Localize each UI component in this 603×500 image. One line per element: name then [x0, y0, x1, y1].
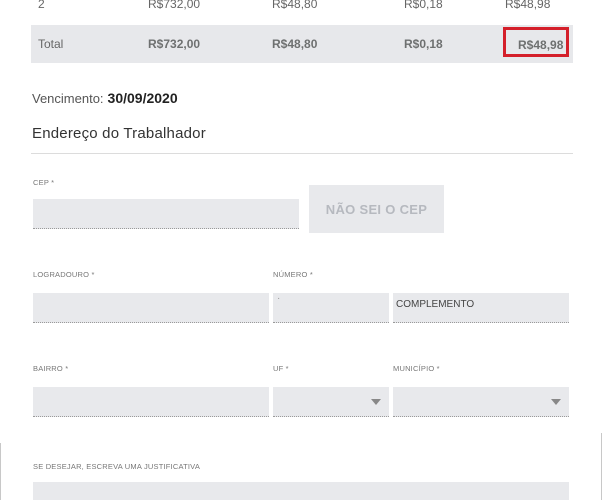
numero-label: NÚMERO *: [273, 270, 313, 279]
frame-border-right: [601, 433, 602, 500]
total-label: Total: [38, 37, 64, 51]
vencimento-date: 30/09/2020: [107, 90, 178, 106]
justificativa-textarea[interactable]: [33, 482, 569, 500]
uf-label: UF *: [273, 364, 289, 373]
total-value-3: R$0,18: [404, 37, 443, 51]
logradouro-input[interactable]: [33, 293, 269, 323]
row-value-3: R$0,18: [404, 0, 443, 11]
bairro-input[interactable]: [33, 387, 269, 417]
complemento-input[interactable]: COMPLEMENTO: [393, 293, 569, 323]
row-value-1: R$732,00: [148, 0, 201, 11]
total-value-4: R$48,98: [518, 38, 564, 52]
vencimento-label: Vencimento:: [32, 91, 104, 106]
vencimento: Vencimento: 30/09/2020: [32, 90, 178, 106]
logradouro-label: LOGRADOURO *: [33, 270, 95, 279]
total-value-1: R$732,00: [148, 37, 201, 51]
municipio-select[interactable]: [393, 387, 569, 417]
table-total-row: Total R$732,00 R$48,80 R$0,18 R$48,98: [31, 25, 573, 63]
cep-input[interactable]: [33, 199, 299, 229]
table-row: 2 R$732,00 R$48,80 R$0,18 R$48,98: [31, 0, 573, 18]
row-value-2: R$48,80: [272, 0, 318, 11]
numero-hint: ·: [277, 293, 281, 304]
row-index: 2: [38, 0, 45, 11]
justificativa-label: SE DESEJAR, ESCREVA UMA JUSTIFICATIVA: [33, 462, 201, 471]
bairro-label: BAIRRO *: [33, 364, 69, 373]
chevron-down-icon: [551, 399, 561, 405]
cep-label: CEP *: [33, 178, 55, 187]
total-value-2: R$48,80: [272, 37, 318, 51]
municipio-label: MUNICÍPIO *: [393, 364, 440, 373]
complemento-placeholder: COMPLEMENTO: [396, 299, 475, 310]
numero-input[interactable]: ·: [273, 293, 389, 323]
chevron-down-icon: [371, 399, 381, 405]
frame-border-left: [0, 443, 1, 500]
uf-select[interactable]: [273, 387, 389, 417]
section-title: Endereço do Trabalhador: [32, 125, 206, 142]
section-divider: [31, 153, 573, 154]
row-value-4: R$48,98: [505, 0, 551, 11]
nao-sei-cep-button[interactable]: NÃO SEI O CEP: [309, 185, 444, 233]
